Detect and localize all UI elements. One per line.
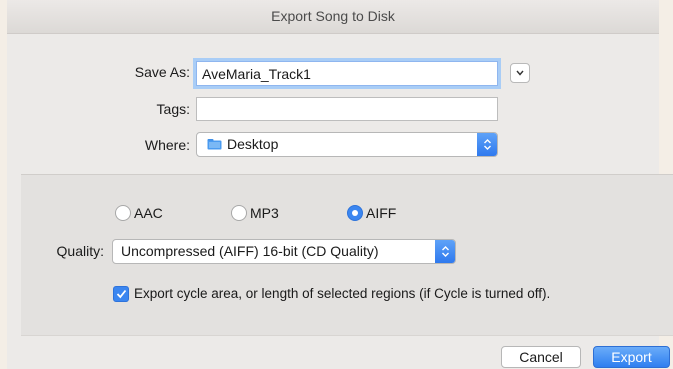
window-title: Export Song to Disk [271,8,395,24]
quality-label: Quality: [56,243,104,259]
radio-aac[interactable] [115,205,131,221]
window-edge-left [0,0,7,369]
tags-label: Tags: [156,101,190,117]
quality-popup[interactable]: Uncompressed (AIFF) 16-bit (CD Quality) [112,239,456,264]
radio-mp3[interactable] [231,205,247,221]
cycle-checkbox[interactable] [113,286,129,302]
radio-aiff-label[interactable]: AIFF [366,205,396,221]
radio-aiff[interactable] [347,205,363,221]
popup-arrows-icon [435,240,455,263]
where-label: Where: [144,137,190,153]
tags-input[interactable] [196,97,498,121]
folder-icon [207,139,222,150]
expand-dialog-button[interactable] [510,63,530,83]
title-bar: Export Song to Disk [7,0,659,34]
checkmark-icon [116,289,126,299]
save-as-label: Save As: [134,64,190,80]
quality-value: Uncompressed (AIFF) 16-bit (CD Quality) [121,243,379,259]
radio-aac-label[interactable]: AAC [134,205,163,221]
cancel-button[interactable]: Cancel [501,346,581,368]
popup-arrows-icon [477,133,497,156]
save-as-input[interactable]: AveMaria_Track1 [196,61,498,86]
export-button[interactable]: Export [593,346,670,368]
where-popup[interactable]: Desktop [196,132,498,157]
chevron-down-icon [516,70,524,76]
cycle-checkbox-label[interactable]: Export cycle area, or length of selected… [134,286,550,301]
radio-mp3-label[interactable]: MP3 [250,205,279,221]
where-value: Desktop [227,136,279,152]
